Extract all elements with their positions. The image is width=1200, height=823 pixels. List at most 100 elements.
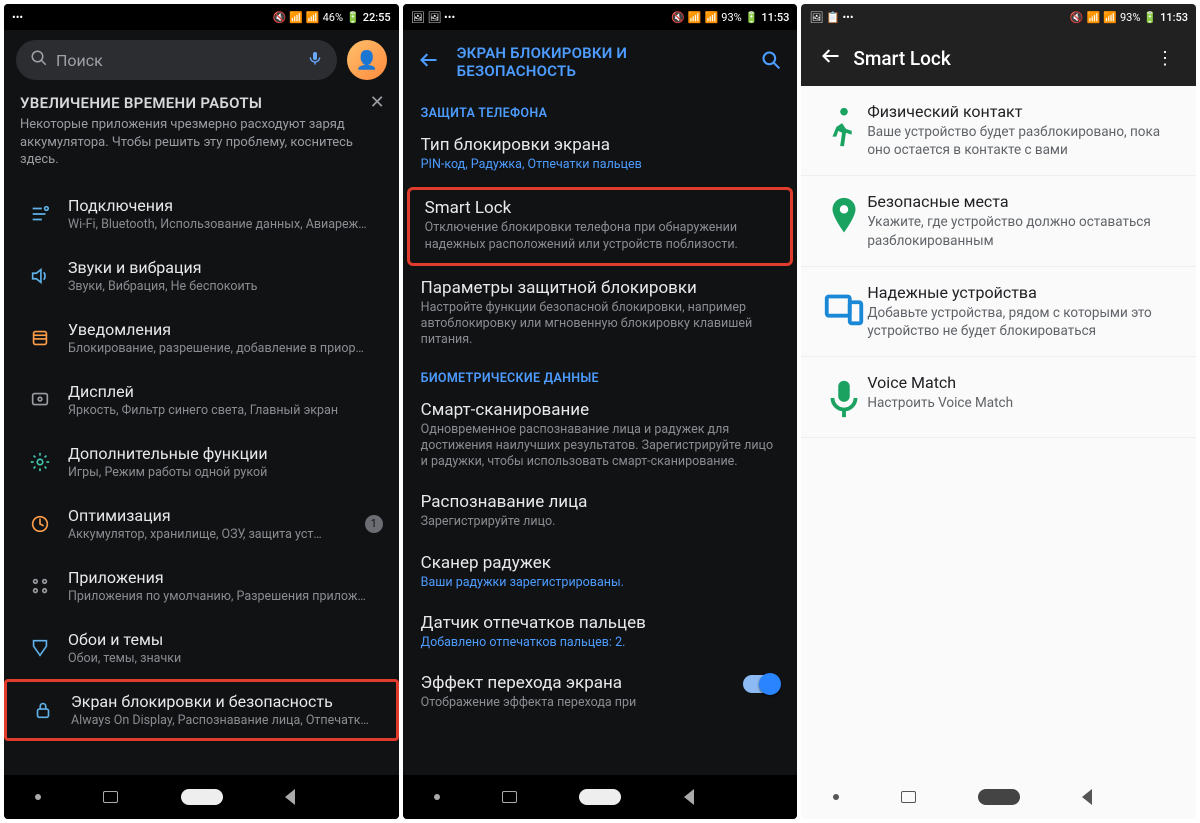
nav-home-icon[interactable]	[181, 789, 223, 805]
item-title: Экран блокировки и безопасность	[71, 692, 380, 711]
item-title: Датчик отпечатков пальцев	[421, 613, 780, 633]
item-subtitle: Добавлено отпечатков пальцев: 2.	[421, 635, 780, 651]
item-smart-scan[interactable]: Смарт-сканирование Одновременное распозн…	[403, 390, 798, 483]
status-bar: ••• 🔇 📶 📶 46% 🔋 22:55	[4, 4, 399, 30]
devices-icon	[821, 283, 867, 340]
clock: 11:53	[761, 12, 789, 23]
settings-item-advanced[interactable]: Дополнительные функции Игры, Режим работ…	[4, 431, 399, 493]
nav-home-icon[interactable]	[579, 789, 621, 805]
search-placeholder: Поиск	[56, 51, 103, 70]
nav-back-icon[interactable]	[285, 789, 295, 805]
toggle-switch[interactable]	[743, 675, 779, 693]
close-icon[interactable]: ✕	[370, 92, 385, 113]
nav-assistant-icon[interactable]	[833, 794, 839, 800]
item-iris-scanner[interactable]: Сканер радужек Ваши радужки зарегистриро…	[403, 543, 798, 603]
item-transition-effect[interactable]: Эффект перехода экрана Отображение эффек…	[403, 663, 798, 723]
avatar[interactable]: 👤	[347, 40, 387, 80]
status-bar: 🖼 🖼 ••• 🔇 📶 📶 93% 🔋 11:53	[403, 4, 798, 30]
item-title: Смарт-сканирование	[421, 400, 780, 420]
smart-lock-item[interactable]: Voice Match Настроить Voice Match	[801, 357, 1196, 438]
battery-icon: 🔋	[346, 12, 360, 23]
item-title: Физический контакт	[867, 102, 1178, 121]
search-icon[interactable]	[761, 50, 781, 75]
item-fingerprint[interactable]: Датчик отпечатков пальцев Добавлено отпе…	[403, 603, 798, 663]
item-subtitle: Аккумулятор, хранилище, ОЗУ, защита уст…	[68, 527, 365, 542]
item-title: Smart Lock	[425, 198, 776, 218]
settings-item-lock[interactable]: Экран блокировки и безопасность Always O…	[4, 679, 399, 741]
settings-item-connections[interactable]: Подключения Wi-Fi, Bluetooth, Использова…	[4, 183, 399, 245]
item-title: Дисплей	[68, 382, 383, 401]
item-subtitle: Настройте функции безопасной блокировки,…	[421, 300, 780, 349]
mute-icon: 🔇	[273, 12, 287, 23]
nav-assistant-icon[interactable]	[35, 794, 41, 800]
pin-icon	[821, 192, 867, 249]
item-title: Уведомления	[68, 320, 383, 339]
smart-lock-item[interactable]: Физический контакт Ваше устройство будет…	[801, 86, 1196, 176]
navigation-bar	[801, 775, 1196, 819]
notice-title: УВЕЛИЧЕНИЕ ВРЕМЕНИ РАБОТЫ	[20, 94, 383, 112]
item-smart-lock[interactable]: Smart Lock Отключение блокировки телефон…	[407, 187, 794, 266]
settings-item-sound[interactable]: Звуки и вибрация Звуки, Вибрация, Не бес…	[4, 245, 399, 307]
settings-list: Подключения Wi-Fi, Bluetooth, Использова…	[4, 183, 399, 775]
search-icon	[30, 49, 48, 71]
settings-item-battery[interactable]: Оптимизация Аккумулятор, хранилище, ОЗУ,…	[4, 493, 399, 555]
walk-icon	[821, 102, 867, 159]
header-bar: Smart Lock ⋮	[801, 30, 1196, 86]
item-secure-lock-settings[interactable]: Параметры защитной блокировки Настройте …	[403, 268, 798, 361]
nav-recents-icon[interactable]	[901, 791, 916, 803]
nav-assistant-icon[interactable]	[434, 794, 440, 800]
nav-back-icon[interactable]	[1082, 789, 1092, 805]
nav-recents-icon[interactable]	[103, 791, 118, 803]
section-phone-protection: ЗАЩИТА ТЕЛЕФОНА	[403, 96, 798, 125]
security-list: ЗАЩИТА ТЕЛЕФОНА Тип блокировки экрана PI…	[403, 96, 798, 775]
battery-percent: 46%	[323, 12, 343, 23]
item-title: Дополнительные функции	[68, 444, 383, 463]
settings-item-notifications[interactable]: Уведомления Блокирование, разрешение, до…	[4, 307, 399, 369]
status-left-icons: 🖼 🖼 •••	[411, 12, 456, 23]
battery-notice[interactable]: ✕ УВЕЛИЧЕНИЕ ВРЕМЕНИ РАБОТЫ Некоторые пр…	[4, 90, 399, 183]
item-subtitle: Приложения по умолчанию, Разрешения прил…	[68, 589, 383, 604]
mic-icon[interactable]	[307, 50, 323, 70]
settings-item-display[interactable]: Дисплей Яркость, Фильтр синего света, Гл…	[4, 369, 399, 431]
nav-home-icon[interactable]	[978, 789, 1020, 805]
item-face-recognition[interactable]: Распознавание лица Зарегистрируйте лицо.	[403, 482, 798, 542]
navigation-bar	[403, 775, 798, 819]
item-subtitle: Обои, темы, значки	[68, 651, 383, 666]
display-icon	[20, 389, 60, 411]
smart-lock-item[interactable]: Безопасные места Укажите, где устройство…	[801, 176, 1196, 266]
item-subtitle: Укажите, где устройство должно оставатьс…	[867, 213, 1178, 249]
themes-icon	[20, 637, 60, 659]
item-subtitle: Одновременное распознавание лица и радуж…	[421, 422, 780, 471]
header-bar: ЭКРАН БЛОКИРОВКИ И БЕЗОПАСНОСТЬ	[403, 30, 798, 96]
item-subtitle: Звуки, Вибрация, Не беспокоить	[68, 279, 383, 294]
wifi-icon: 📶	[289, 12, 303, 23]
settings-item-themes[interactable]: Обои и темы Обои, темы, значки	[4, 617, 399, 679]
item-title: Надежные устройства	[867, 283, 1178, 302]
item-title: Оптимизация	[68, 506, 365, 525]
lock-icon	[23, 699, 63, 721]
battery-percent: 93%	[1120, 12, 1140, 23]
smart-lock-item[interactable]: Надежные устройства Добавьте устройства,…	[801, 267, 1196, 357]
item-title: Приложения	[68, 568, 383, 587]
clock: 11:53	[1160, 12, 1188, 23]
status-bar: 🖼 📋 ••• 🔇 📶 📶 93% 🔋 11:53	[801, 4, 1196, 30]
nav-recents-icon[interactable]	[502, 791, 517, 803]
item-title: Распознавание лица	[421, 492, 780, 512]
settings-item-apps[interactable]: Приложения Приложения по умолчанию, Разр…	[4, 555, 399, 617]
item-lock-type[interactable]: Тип блокировки экрана PIN-код, Радужка, …	[403, 125, 798, 185]
section-biometric: БИОМЕТРИЧЕСКИЕ ДАННЫЕ	[403, 361, 798, 390]
nav-back-icon[interactable]	[684, 789, 694, 805]
back-arrow-icon[interactable]	[419, 50, 439, 75]
navigation-bar	[4, 775, 399, 819]
item-title: Обои и темы	[68, 630, 383, 649]
search-input[interactable]: Поиск	[16, 40, 337, 80]
item-subtitle: Добавьте устройства, рядом с которыми эт…	[867, 304, 1178, 340]
back-arrow-icon[interactable]	[809, 38, 853, 79]
apps-icon	[20, 575, 60, 597]
item-subtitle: Зарегистрируйте лицо.	[421, 514, 780, 530]
clock: 22:55	[363, 12, 391, 23]
screen-settings-root: ••• 🔇 📶 📶 46% 🔋 22:55 Поиск 👤 ✕ УВЕЛИЧЕН…	[4, 4, 399, 819]
overflow-menu-icon[interactable]: ⋮	[1142, 40, 1188, 77]
battery-icon	[20, 513, 60, 535]
item-subtitle: Wi-Fi, Bluetooth, Использование данных, …	[68, 217, 383, 232]
